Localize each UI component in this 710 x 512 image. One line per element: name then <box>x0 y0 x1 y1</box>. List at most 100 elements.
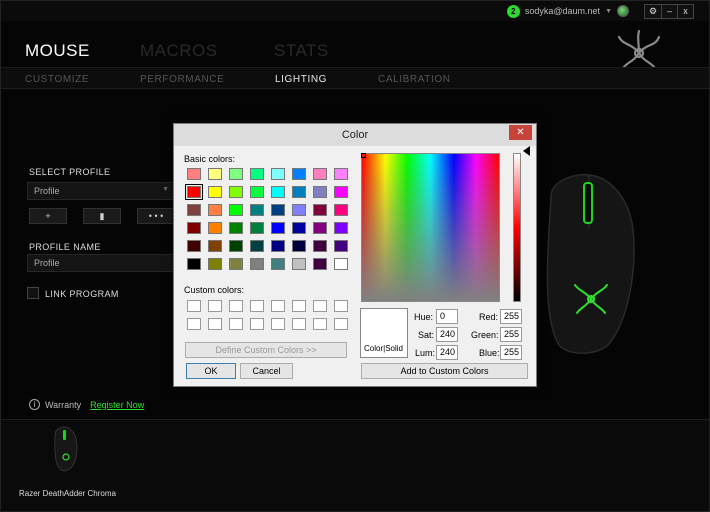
basic-color-swatch[interactable] <box>313 222 327 234</box>
basic-color-swatch[interactable] <box>187 222 201 234</box>
basic-color-swatch[interactable] <box>229 240 243 252</box>
user-email[interactable]: sodyka@daum.net <box>525 6 600 16</box>
basic-color-swatch[interactable] <box>208 204 222 216</box>
basic-color-swatch[interactable] <box>292 258 306 270</box>
lum-input[interactable]: 240 <box>436 345 458 360</box>
spectrum-crosshair[interactable] <box>361 153 366 158</box>
define-custom-colors-button[interactable]: Define Custom Colors >> <box>185 342 347 358</box>
basic-color-swatch[interactable] <box>271 168 285 180</box>
custom-color-swatch[interactable] <box>250 318 264 330</box>
custom-color-swatch[interactable] <box>208 318 222 330</box>
basic-color-swatch[interactable] <box>187 168 201 180</box>
basic-color-swatch[interactable] <box>229 222 243 234</box>
close-button[interactable]: x <box>677 5 693 18</box>
basic-color-swatch[interactable] <box>271 240 285 252</box>
basic-color-swatch[interactable] <box>334 258 348 270</box>
basic-color-swatch[interactable] <box>208 240 222 252</box>
basic-color-swatch[interactable] <box>208 258 222 270</box>
profile-select[interactable]: Profile ▼ <box>27 182 175 200</box>
basic-color-swatch[interactable] <box>313 258 327 270</box>
chevron-down-icon[interactable]: ▼ <box>605 8 612 15</box>
basic-color-swatch[interactable] <box>334 204 348 216</box>
basic-color-swatch[interactable] <box>271 186 285 198</box>
tab-calibration[interactable]: CALIBRATION <box>378 74 451 85</box>
basic-color-swatch[interactable] <box>187 240 201 252</box>
basic-color-swatch[interactable] <box>313 168 327 180</box>
custom-color-swatch[interactable] <box>313 318 327 330</box>
custom-color-swatch[interactable] <box>292 300 306 312</box>
basic-color-swatch[interactable] <box>292 240 306 252</box>
custom-color-swatch[interactable] <box>250 300 264 312</box>
basic-color-swatch[interactable] <box>334 168 348 180</box>
custom-color-swatch[interactable] <box>187 300 201 312</box>
tab-mouse[interactable]: MOUSE <box>25 41 90 61</box>
basic-color-swatch[interactable] <box>229 186 243 198</box>
custom-color-swatch[interactable] <box>187 318 201 330</box>
custom-color-swatch[interactable] <box>208 300 222 312</box>
basic-color-swatch[interactable] <box>271 222 285 234</box>
luminance-slider[interactable] <box>513 153 521 302</box>
sat-input[interactable]: 240 <box>436 327 458 342</box>
profile-name-input[interactable]: Profile <box>27 254 175 272</box>
green-input[interactable]: 255 <box>500 327 522 342</box>
custom-color-swatch[interactable] <box>229 318 243 330</box>
link-program-checkbox[interactable] <box>27 287 39 299</box>
custom-color-swatch[interactable] <box>334 300 348 312</box>
cancel-button[interactable]: Cancel <box>240 363 293 379</box>
tab-macros[interactable]: MACROS <box>140 41 218 61</box>
basic-color-swatch[interactable] <box>313 204 327 216</box>
red-input[interactable]: 255 <box>500 309 522 324</box>
luminance-arrow-icon[interactable] <box>523 146 530 156</box>
add-profile-button[interactable]: + <box>29 208 67 224</box>
tab-stats[interactable]: STATS <box>274 41 329 61</box>
basic-color-swatch[interactable] <box>229 204 243 216</box>
custom-color-swatch[interactable] <box>334 318 348 330</box>
tab-customize[interactable]: CUSTOMIZE <box>25 74 89 85</box>
notification-badge[interactable]: 2 <box>506 4 520 18</box>
basic-color-swatch[interactable] <box>334 222 348 234</box>
basic-color-swatch[interactable] <box>313 240 327 252</box>
basic-color-swatch[interactable] <box>271 258 285 270</box>
custom-color-swatch[interactable] <box>313 300 327 312</box>
basic-color-swatch[interactable] <box>250 204 264 216</box>
basic-color-swatch[interactable] <box>250 240 264 252</box>
ok-button[interactable]: OK <box>186 363 236 379</box>
user-area[interactable]: 2 sodyka@daum.net ▼ <box>506 4 629 18</box>
delete-profile-button[interactable]: ▮ <box>83 208 121 224</box>
device-thumbnail-icon[interactable] <box>49 425 79 473</box>
more-options-button[interactable]: • • • <box>137 208 175 224</box>
globe-icon[interactable] <box>617 5 629 17</box>
basic-color-swatch[interactable] <box>313 186 327 198</box>
basic-color-swatch[interactable] <box>334 240 348 252</box>
basic-color-swatch[interactable] <box>187 204 201 216</box>
basic-color-swatch[interactable] <box>208 168 222 180</box>
add-to-custom-colors-button[interactable]: Add to Custom Colors <box>361 363 528 379</box>
register-now-link[interactable]: Register Now <box>90 400 144 410</box>
basic-color-swatch[interactable] <box>250 168 264 180</box>
basic-color-swatch[interactable] <box>292 168 306 180</box>
basic-color-swatch[interactable] <box>271 204 285 216</box>
custom-color-swatch[interactable] <box>292 318 306 330</box>
basic-color-swatch[interactable] <box>187 258 201 270</box>
tab-lighting[interactable]: LIGHTING <box>275 74 327 85</box>
basic-color-swatch[interactable] <box>208 222 222 234</box>
basic-color-swatch[interactable] <box>292 186 306 198</box>
basic-color-swatch[interactable] <box>292 222 306 234</box>
dialog-close-button[interactable]: ✕ <box>509 125 532 140</box>
custom-color-swatch[interactable] <box>229 300 243 312</box>
basic-color-swatch[interactable] <box>185 184 203 200</box>
custom-color-swatch[interactable] <box>271 318 285 330</box>
basic-color-swatch[interactable] <box>250 222 264 234</box>
basic-color-swatch[interactable] <box>229 258 243 270</box>
basic-color-swatch[interactable] <box>208 186 222 198</box>
color-spectrum[interactable] <box>361 153 500 302</box>
tab-performance[interactable]: PERFORMANCE <box>140 74 224 85</box>
blue-input[interactable]: 255 <box>500 345 522 360</box>
hue-input[interactable]: 0 <box>436 309 458 324</box>
basic-color-swatch[interactable] <box>334 186 348 198</box>
basic-color-swatch[interactable] <box>250 258 264 270</box>
basic-color-swatch[interactable] <box>229 168 243 180</box>
basic-color-swatch[interactable] <box>250 186 264 198</box>
minimize-button[interactable]: – <box>661 5 677 18</box>
custom-color-swatch[interactable] <box>271 300 285 312</box>
